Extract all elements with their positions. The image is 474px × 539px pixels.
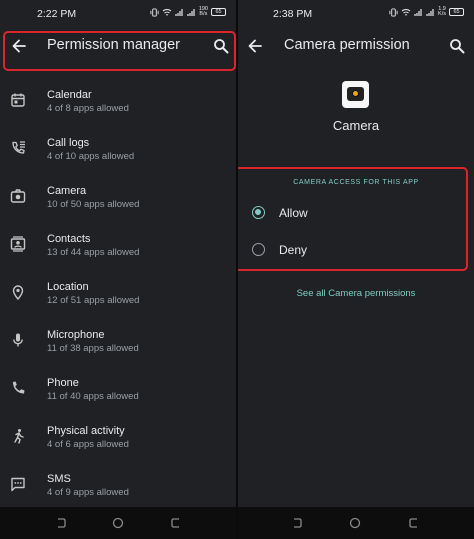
signal-icon [175, 8, 183, 16]
item-subtitle: 4 of 10 apps allowed [47, 151, 135, 162]
contacts-icon [10, 236, 26, 252]
recents-button-icon[interactable] [55, 517, 67, 529]
battery-icon: 65 [449, 8, 464, 16]
deny-label: Deny [279, 243, 308, 257]
wifi-icon [162, 8, 172, 15]
vibrate-icon [150, 7, 159, 17]
item-title: Phone [47, 377, 79, 389]
back-button-icon[interactable] [170, 517, 182, 529]
item-title: SMS [47, 473, 71, 485]
status-bar: 2:22 PM 190 B/s 65 [0, 0, 236, 26]
status-icons: 190 B/s 65 [150, 6, 226, 17]
camera-lens-shape [352, 90, 359, 97]
wifi-icon [401, 8, 411, 15]
sms-icon [11, 477, 25, 492]
speed-unit: K/s [438, 11, 446, 17]
signal-icon [414, 8, 422, 16]
speed-unit: B/s [199, 11, 208, 17]
list-item-microphone[interactable]: Microphone 11 of 38 apps allowed [0, 323, 236, 369]
camera-permission-screen: 2:38 PM 1.9 K/s 65 Camera permission Came… [238, 0, 474, 539]
battery-icon: 65 [211, 8, 226, 16]
item-title: Microphone [47, 329, 105, 341]
permission-manager-screen: 2:22 PM 190 B/s 65 Permission manager Cal… [0, 0, 236, 539]
item-subtitle: 12 of 51 apps allowed [47, 295, 140, 306]
navigation-bar [0, 507, 236, 539]
item-subtitle: 13 of 44 apps allowed [47, 247, 140, 258]
home-button-icon[interactable] [349, 517, 361, 529]
camera-icon [10, 189, 26, 203]
item-title: Location [47, 281, 89, 293]
signal-icon-2 [187, 8, 195, 16]
item-title: Calendar [47, 89, 92, 101]
list-item-contacts[interactable]: Contacts 13 of 44 apps allowed [0, 227, 236, 273]
status-time: 2:22 PM [37, 8, 77, 20]
back-button-icon[interactable] [408, 517, 420, 529]
status-icons: 1.9 K/s 65 [389, 6, 464, 17]
list-item-call-logs[interactable]: Call logs 4 of 10 apps allowed [0, 131, 236, 177]
allow-label: Allow [279, 206, 308, 220]
highlight-box-appbar [3, 31, 236, 71]
network-speed: 190 B/s [199, 6, 208, 17]
item-subtitle: 4 of 8 apps allowed [47, 103, 129, 114]
vibrate-icon [389, 7, 398, 17]
item-subtitle: 10 of 50 apps allowed [47, 199, 140, 210]
deny-radio[interactable] [252, 243, 265, 256]
section-header: CAMERA ACCESS FOR THIS APP [293, 179, 419, 186]
item-subtitle: 11 of 38 apps allowed [47, 343, 139, 354]
calendar-icon [11, 93, 25, 107]
signal-icon-2 [426, 8, 434, 16]
status-time: 2:38 PM [273, 8, 313, 20]
physical-activity-icon [14, 429, 24, 444]
item-title: Camera [47, 185, 87, 197]
item-title: Physical activity [47, 425, 125, 437]
location-icon [12, 285, 24, 300]
list-item-location[interactable]: Location 12 of 51 apps allowed [0, 275, 236, 321]
list-item-camera[interactable]: Camera 10 of 50 apps allowed [0, 179, 236, 225]
app-name: Camera [332, 118, 380, 133]
recents-button-icon[interactable] [291, 517, 303, 529]
camera-body-shape [347, 87, 364, 101]
see-all-camera-permissions-link[interactable]: See all Camera permissions [238, 288, 474, 299]
navigation-bar [238, 507, 474, 539]
app-bar: Camera permission [238, 30, 474, 62]
network-speed: 1.9 K/s [438, 6, 446, 17]
list-item-physical-activity[interactable]: Physical activity 4 of 6 apps allowed [0, 419, 236, 465]
back-arrow-icon[interactable] [245, 36, 265, 56]
item-subtitle: 11 of 40 apps allowed [47, 391, 139, 402]
item-title: Contacts [47, 233, 91, 245]
list-item-calendar[interactable]: Calendar 4 of 8 apps allowed [0, 83, 236, 129]
page-title: Camera permission [284, 37, 410, 53]
camera-app-icon [342, 81, 369, 108]
deny-option[interactable]: Deny [248, 235, 464, 265]
allow-option[interactable]: Allow [248, 198, 464, 228]
status-bar: 2:38 PM 1.9 K/s 65 [238, 0, 474, 26]
microphone-icon [13, 333, 23, 347]
home-button-icon[interactable] [112, 517, 124, 529]
item-title: Call logs [47, 137, 90, 149]
item-subtitle: 4 of 6 apps allowed [47, 439, 129, 450]
phone-icon [13, 381, 25, 394]
item-subtitle: 4 of 9 apps allowed [47, 487, 129, 498]
list-item-phone[interactable]: Phone 11 of 40 apps allowed [0, 371, 236, 417]
allow-radio[interactable] [252, 206, 265, 219]
call-log-icon [12, 141, 25, 154]
search-icon[interactable] [448, 37, 466, 55]
